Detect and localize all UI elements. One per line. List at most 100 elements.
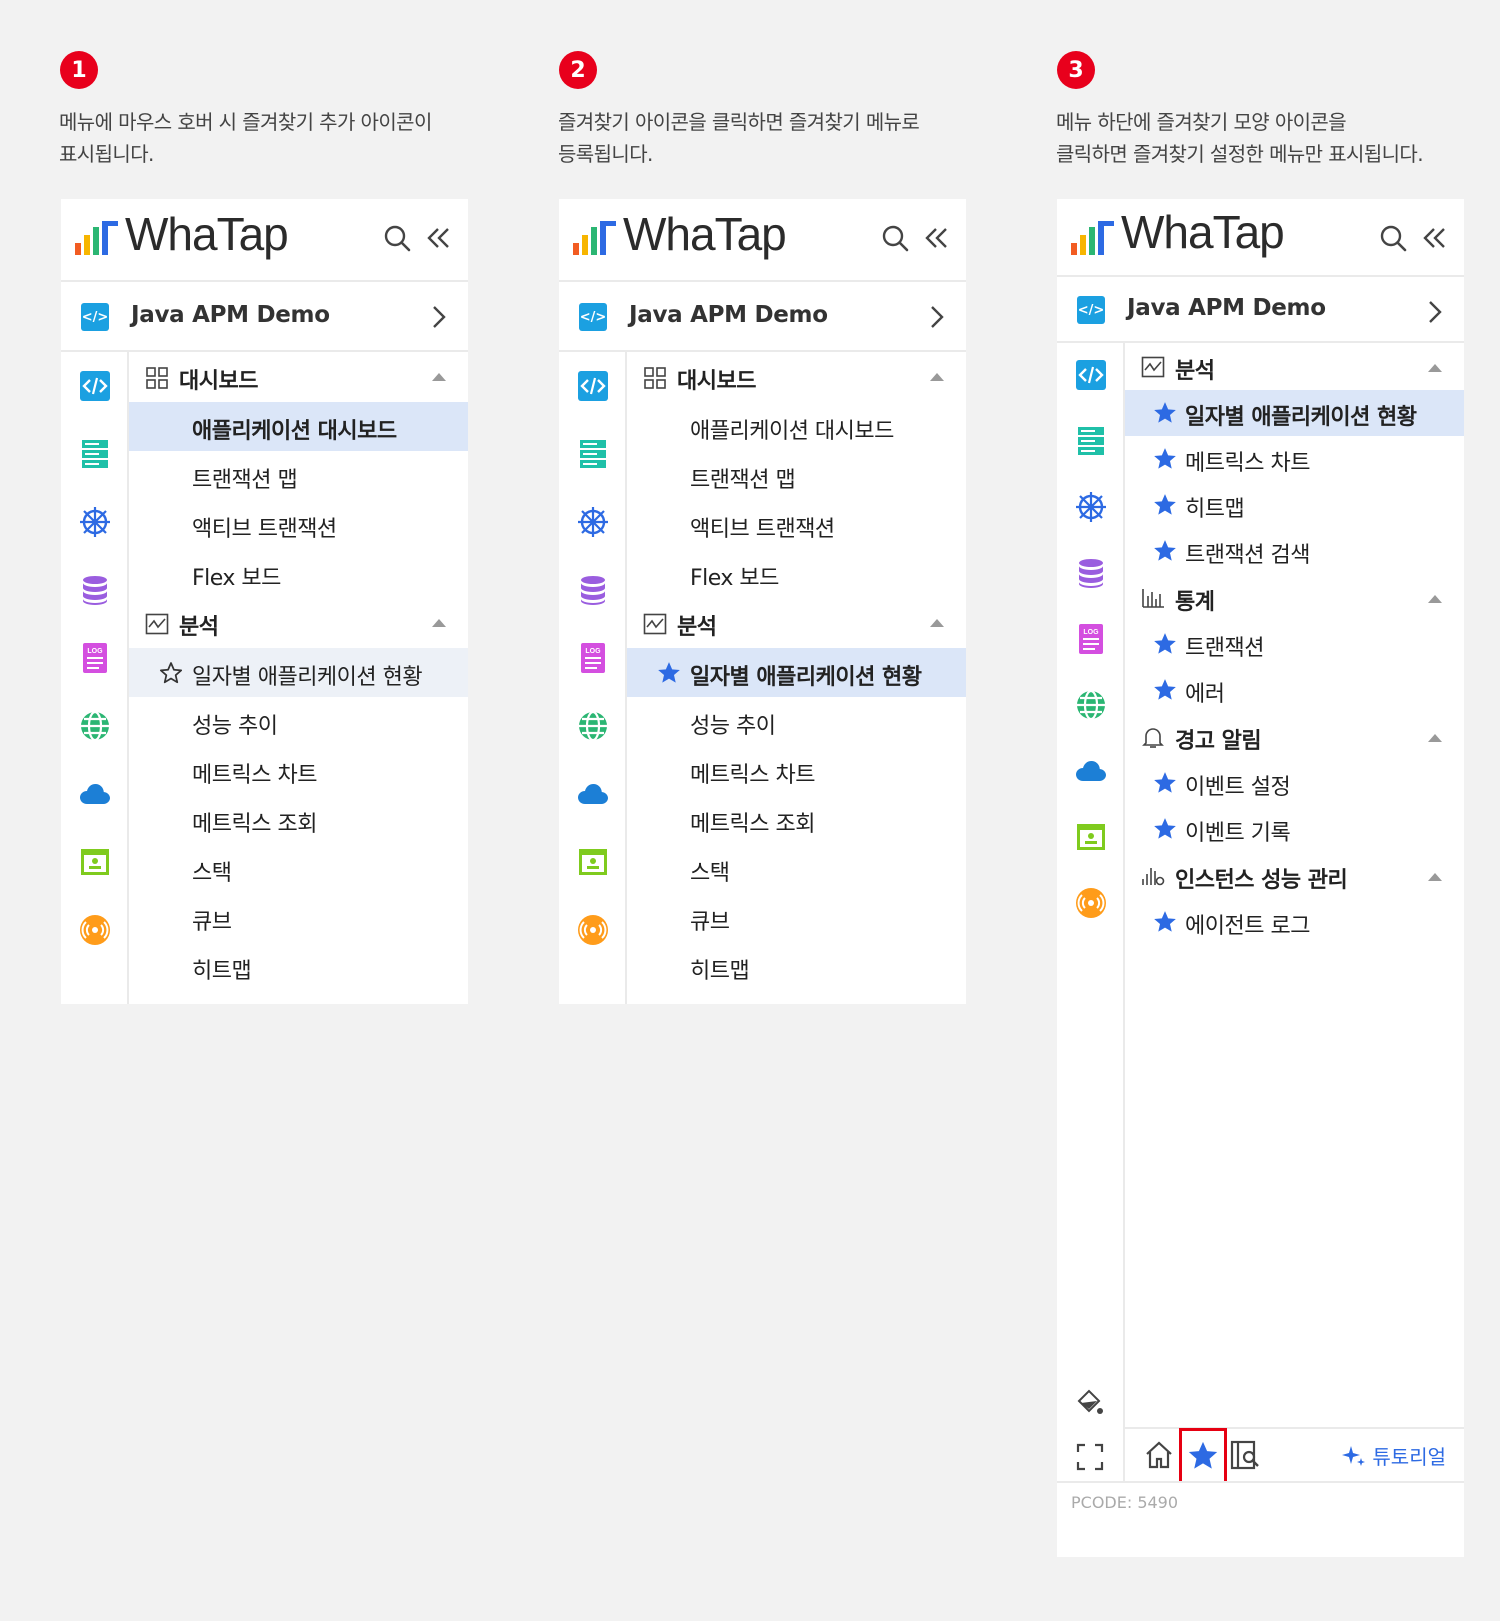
menu-item[interactable]: 트랜잭션 <box>1125 621 1464 667</box>
server-icon[interactable] <box>1075 425 1107 457</box>
home-icon[interactable] <box>1143 1439 1175 1471</box>
menu-item[interactable]: Flex 보드 <box>627 549 966 598</box>
menu-item[interactable]: 일자별 애플리케이션 현황 <box>627 648 966 697</box>
kubernetes-icon[interactable] <box>1075 491 1107 523</box>
radio-icon[interactable] <box>577 914 609 946</box>
menu-item[interactable]: 에이전트 로그 <box>1125 899 1464 945</box>
section-dashboard[interactable]: 대시보드 <box>627 352 966 402</box>
star-filled-icon[interactable] <box>1152 677 1178 703</box>
radio-icon[interactable] <box>1075 887 1107 919</box>
bar-chart-icon <box>1141 587 1165 609</box>
server-icon[interactable] <box>577 438 609 470</box>
menu-item[interactable]: Flex 보드 <box>129 549 468 598</box>
kubernetes-icon[interactable] <box>79 506 111 538</box>
menu-item[interactable]: 메트릭스 조회 <box>627 795 966 844</box>
menu-item[interactable]: 액티브 트랜잭션 <box>627 500 966 549</box>
browser-icon[interactable] <box>577 846 609 878</box>
cloud-icon[interactable] <box>577 778 609 810</box>
star-filled-icon[interactable] <box>1152 446 1178 472</box>
star-filled-icon[interactable] <box>1152 538 1178 564</box>
globe-icon[interactable] <box>577 710 609 742</box>
section-instance-performance[interactable]: 인스턴스 성능 관리 <box>1125 852 1464 899</box>
section-analysis[interactable]: 분석 <box>129 598 468 648</box>
section-alerts[interactable]: 경고 알림 <box>1125 713 1464 760</box>
menu-item[interactable]: 큐브 <box>129 893 468 942</box>
star-filled-icon[interactable] <box>1152 909 1178 935</box>
menu-item[interactable]: 이벤트 설정 <box>1125 760 1464 806</box>
menu-item-label: 애플리케이션 대시보드 <box>690 419 894 444</box>
log-icon[interactable] <box>1075 623 1107 655</box>
star-filled-icon[interactable] <box>656 660 682 686</box>
product-rail <box>1057 343 1125 1557</box>
database-icon[interactable] <box>1075 557 1107 589</box>
cloud-icon[interactable] <box>1075 755 1107 787</box>
search-icon[interactable] <box>1378 223 1408 253</box>
star-filled-icon[interactable] <box>1152 816 1178 842</box>
section-dashboard[interactable]: 대시보드 <box>129 352 468 402</box>
code-icon[interactable] <box>79 370 111 402</box>
menu-item[interactable]: 성능 추이 <box>627 697 966 746</box>
star-filled-icon[interactable] <box>1152 770 1178 796</box>
browser-icon[interactable] <box>79 846 111 878</box>
menu-item[interactable]: 트랜잭션 맵 <box>129 451 468 500</box>
globe-icon[interactable] <box>1075 689 1107 721</box>
project-selector[interactable]: </> Java APM Demo <box>61 282 468 352</box>
server-icon[interactable] <box>79 438 111 470</box>
collapse-icon[interactable] <box>1420 223 1450 253</box>
log-icon[interactable] <box>79 642 111 674</box>
database-icon[interactable] <box>79 574 111 606</box>
search-icon[interactable] <box>382 223 412 253</box>
browser-icon[interactable] <box>1075 821 1107 853</box>
section-analysis[interactable]: 분석 <box>627 598 966 648</box>
menu-item[interactable]: 애플리케이션 대시보드 <box>129 402 468 451</box>
menu-item[interactable]: 성능 추이 <box>129 697 468 746</box>
menu-item[interactable]: 액티브 트랜잭션 <box>129 500 468 549</box>
section-label: 인스턴스 성능 관리 <box>1175 868 1348 893</box>
database-icon[interactable] <box>577 574 609 606</box>
star-filled-icon[interactable] <box>1152 631 1178 657</box>
project-selector[interactable]: </> Java APM Demo <box>1057 277 1464 343</box>
globe-icon[interactable] <box>79 710 111 742</box>
menu-item[interactable]: 트랜잭션 맵 <box>627 451 966 500</box>
fullscreen-icon[interactable] <box>1075 1442 1105 1472</box>
menu-item[interactable]: 이벤트 기록 <box>1125 806 1464 852</box>
menu-item[interactable]: 히트맵 <box>627 942 966 991</box>
star-filled-icon[interactable] <box>1152 492 1178 518</box>
menu-item[interactable]: 스택 <box>627 844 966 893</box>
project-selector[interactable]: </> Java APM Demo <box>559 282 966 352</box>
menu-item[interactable]: 애플리케이션 대시보드 <box>627 402 966 451</box>
tutorial-button[interactable]: 튜토리얼 <box>1342 1441 1446 1470</box>
radio-icon[interactable] <box>79 914 111 946</box>
report-icon[interactable] <box>1229 1439 1261 1471</box>
menu-item[interactable]: 히트맵 <box>1125 482 1464 528</box>
menu-item[interactable]: 메트릭스 차트 <box>129 746 468 795</box>
menu-item[interactable]: 큐브 <box>627 893 966 942</box>
star-filled-icon[interactable] <box>1152 400 1178 426</box>
menu-item[interactable]: 메트릭스 차트 <box>1125 436 1464 482</box>
star-outline-icon[interactable] <box>158 660 184 686</box>
grid-icon <box>145 367 169 389</box>
collapse-icon[interactable] <box>424 223 454 253</box>
project-name: Java APM Demo <box>629 302 828 328</box>
cloud-icon[interactable] <box>79 778 111 810</box>
log-icon[interactable] <box>577 642 609 674</box>
menu-item[interactable]: 일자별 애플리케이션 현황 <box>129 648 468 697</box>
section-statistics[interactable]: 통계 <box>1125 574 1464 621</box>
section-analysis[interactable]: 분석 <box>1125 343 1464 390</box>
menu-item[interactable]: 히트맵 <box>129 942 468 991</box>
section-label: 분석 <box>677 615 717 640</box>
search-icon[interactable] <box>880 223 910 253</box>
collapse-icon[interactable] <box>922 223 952 253</box>
step-badge-3: 3 <box>1057 51 1095 89</box>
code-icon[interactable] <box>577 370 609 402</box>
menu-item[interactable]: 일자별 애플리케이션 현황 <box>1125 390 1464 436</box>
kubernetes-icon[interactable] <box>577 506 609 538</box>
favorites-toggle-button[interactable] <box>1179 1428 1227 1484</box>
menu-item[interactable]: 트랜잭션 검색 <box>1125 528 1464 574</box>
menu-item[interactable]: 에러 <box>1125 667 1464 713</box>
menu-item[interactable]: 스택 <box>129 844 468 893</box>
code-icon[interactable] <box>1075 359 1107 391</box>
paint-icon[interactable] <box>1075 1387 1105 1417</box>
menu-item[interactable]: 메트릭스 조회 <box>129 795 468 844</box>
menu-item[interactable]: 메트릭스 차트 <box>627 746 966 795</box>
